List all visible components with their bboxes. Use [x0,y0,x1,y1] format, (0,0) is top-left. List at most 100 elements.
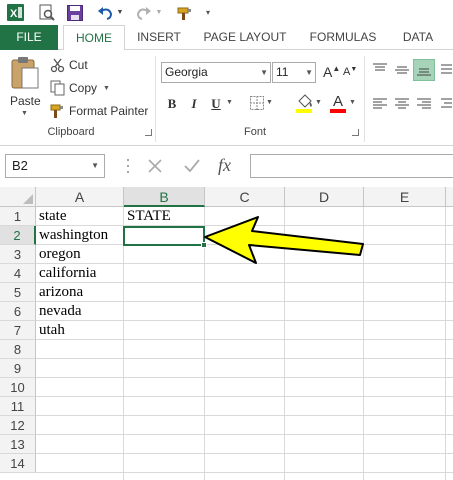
format-painter-qat-icon[interactable] [176,3,196,22]
align-right-icon[interactable] [416,97,432,111]
tab-home[interactable]: HOME [63,25,125,51]
font-name-select[interactable]: Georgia ▼ [161,62,271,83]
bold-button[interactable]: B [165,96,179,112]
cancel-icon[interactable] [147,158,163,174]
borders-button[interactable]: ▼ [250,95,274,113]
italic-button[interactable]: I [187,96,201,112]
grow-font-label: A [323,64,333,80]
cell-a3[interactable]: oregon [36,245,124,264]
row-header-8[interactable]: 8 [0,340,36,359]
align-middle-icon[interactable] [394,63,410,77]
column-header-c[interactable]: C [205,187,285,207]
row-header-11[interactable]: 11 [0,397,36,416]
formula-bar: B2 ▼ fx [0,146,453,187]
align-center-icon[interactable] [394,97,410,111]
row-header-5[interactable]: 5 [0,283,36,302]
print-preview-icon[interactable] [38,3,56,22]
cell-a6[interactable]: nevada [36,302,124,321]
customize-qat-icon[interactable]: ▾ [203,3,213,22]
row-header-4[interactable]: 4 [0,264,36,283]
font-color-dropdown-icon[interactable]: ▼ [349,99,356,106]
shrink-font-button[interactable]: A▼ [343,66,359,84]
align-top-icon[interactable] [372,63,388,77]
borders-icon [250,96,264,110]
tab-page-layout[interactable]: PAGE LAYOUT [196,25,294,50]
name-box-value: B2 [12,158,28,173]
cell-b1[interactable]: STATE [124,207,205,226]
redo-icon[interactable] [135,3,153,22]
copy-icon [50,80,65,96]
insert-function-button[interactable]: fx [218,155,231,176]
clipboard-group-label: Clipboard [47,126,95,138]
align-left-icon[interactable] [372,97,388,111]
align-bottom-button[interactable] [413,59,435,81]
font-size-select[interactable]: 11 ▼ [272,62,316,83]
copy-dropdown-icon[interactable]: ▼ [103,85,110,92]
paste-button[interactable]: Paste ▼ [6,56,44,120]
redo-dropdown-icon[interactable]: ▼ [155,3,163,22]
shrink-font-caret-icon: ▼ [350,66,358,73]
paste-dropdown-icon[interactable]: ▼ [21,110,28,117]
yellow-arrow-annotation [204,216,364,264]
name-box-dropdown-icon[interactable]: ▼ [91,155,99,177]
row-header-13[interactable]: 13 [0,435,36,454]
grow-font-caret-icon: ▲ [332,64,341,73]
clipboard-launcher-icon[interactable] [145,129,152,136]
quick-access-toolbar: X ▼ ▼ ▾ [0,0,453,25]
column-header-b[interactable]: B [124,187,205,207]
font-color-swatch-icon [330,109,346,113]
undo-icon[interactable] [96,3,114,22]
paste-label: Paste [10,94,41,108]
row-header-9[interactable]: 9 [0,359,36,378]
svg-text:X: X [10,8,18,20]
scissors-icon [50,58,65,73]
font-launcher-icon[interactable] [352,129,359,136]
excel-logo-icon: X [6,3,25,22]
cell-a5[interactable]: arizona [36,283,124,302]
enter-checkmark-icon[interactable] [183,158,201,174]
font-name-dropdown-icon[interactable]: ▼ [260,63,268,82]
format-painter-button[interactable]: Format Painter [50,102,148,120]
column-header-e[interactable]: E [364,187,446,207]
fill-color-dropdown-icon[interactable]: ▼ [315,99,322,106]
undo-dropdown-icon[interactable]: ▼ [116,3,124,22]
borders-dropdown-icon[interactable]: ▼ [266,99,273,106]
formula-input[interactable] [250,154,453,178]
fill-color-button[interactable]: ▼ [296,93,324,115]
row-header-7[interactable]: 7 [0,321,36,340]
copy-label: Copy [69,81,98,95]
indent-icon[interactable] [440,97,452,111]
paint-bucket-icon [296,94,312,113]
copy-button[interactable]: Copy ▼ [50,79,110,97]
row-header-12[interactable]: 12 [0,416,36,435]
column-header-d[interactable]: D [285,187,364,207]
tab-insert[interactable]: INSERT [128,25,190,50]
cell-a1[interactable]: state [36,207,124,226]
row-header-3[interactable]: 3 [0,245,36,264]
row-header-6[interactable]: 6 [0,302,36,321]
row-header-10[interactable]: 10 [0,378,36,397]
tab-formulas[interactable]: FORMULAS [302,25,384,50]
row-header-2[interactable]: 2 [0,226,36,245]
cell-a7[interactable]: utah [36,321,124,340]
tab-file[interactable]: FILE [0,25,58,50]
wrap-text-icon[interactable] [440,63,452,77]
tab-data[interactable]: DATA [392,25,444,50]
underline-dropdown-icon[interactable]: ▼ [226,99,233,106]
grow-font-button[interactable]: A▲ [323,64,341,82]
column-header-f[interactable] [446,187,453,207]
font-group-label: Font [243,126,266,138]
select-all-corner[interactable] [0,187,36,207]
name-box[interactable]: B2 ▼ [5,154,105,178]
cut-button[interactable]: Cut [50,56,88,74]
row-header-1[interactable]: 1 [0,207,36,226]
cell-a4[interactable]: california [36,264,124,283]
font-size-dropdown-icon[interactable]: ▼ [305,63,313,82]
select-all-triangle-icon [23,194,33,204]
save-icon[interactable] [66,3,84,22]
cell-a2[interactable]: washington [36,226,124,245]
row-header-14[interactable]: 14 [0,454,36,473]
underline-button[interactable]: U [209,96,223,112]
column-header-a[interactable]: A [36,187,124,207]
font-color-button[interactable]: A ▼ [330,93,358,115]
